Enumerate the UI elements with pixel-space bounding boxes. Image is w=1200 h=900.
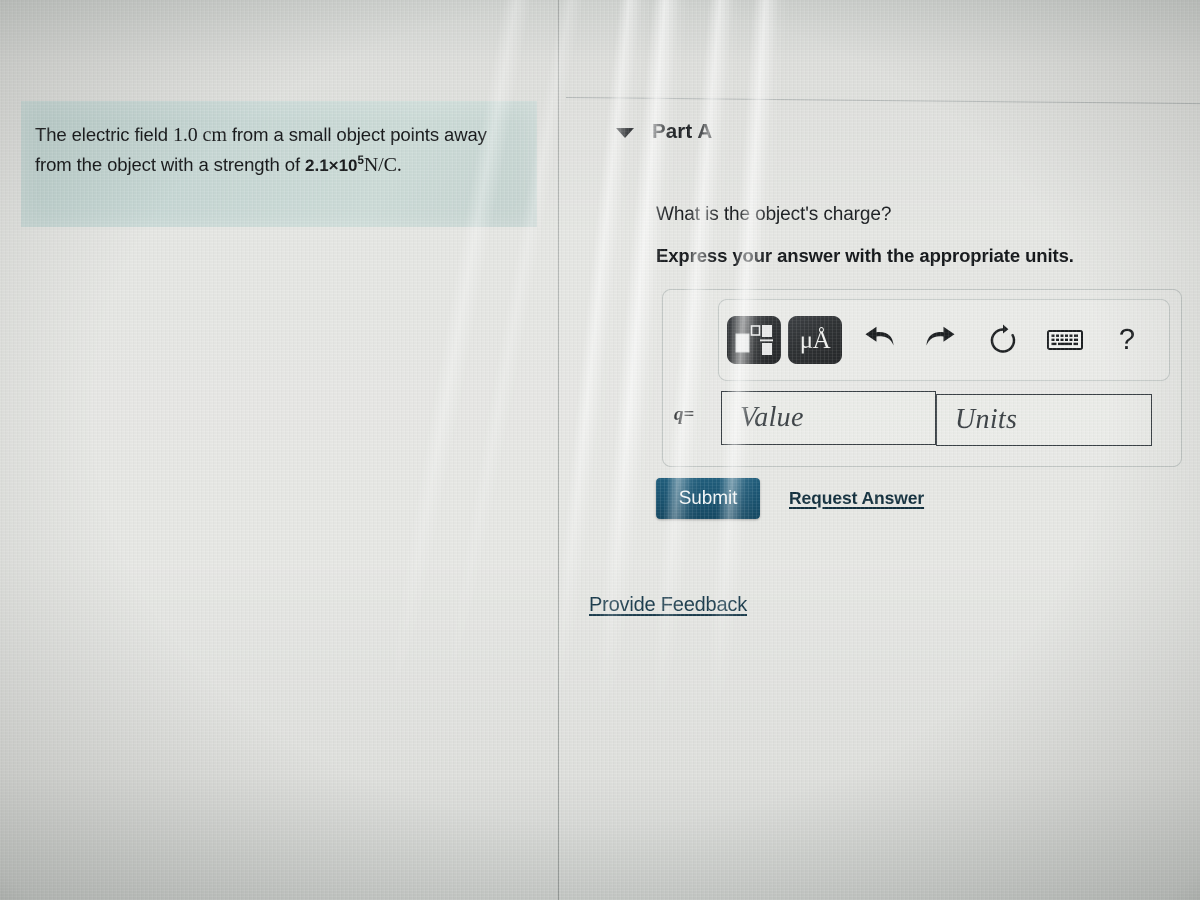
part-title: Part A (652, 120, 713, 143)
part-section-rule (565, 97, 1200, 105)
pane-divider (558, 0, 559, 900)
request-answer-link[interactable]: Request Answer (789, 488, 924, 509)
value-input-placeholder: Value (740, 402, 804, 433)
submit-button[interactable]: Submit (656, 478, 760, 519)
math-template-icon[interactable] (727, 316, 781, 364)
equals-sign: = (683, 404, 695, 425)
part-a-header[interactable]: Part A (616, 120, 712, 144)
units-input[interactable]: Units (936, 394, 1152, 446)
help-icon-label: ? (1118, 323, 1136, 356)
value-input[interactable]: Value (721, 391, 936, 445)
provide-feedback-link[interactable]: Provide Feedback (589, 594, 747, 617)
caret-down-icon[interactable] (616, 128, 634, 138)
units-instruction: Express your answer with the appropriate… (656, 245, 1074, 266)
problem-field-units: N/C. (363, 154, 402, 177)
submit-button-label: Submit (678, 487, 738, 509)
answer-toolbar: μÅ ? (718, 299, 1170, 381)
keyboard-icon[interactable] (1035, 316, 1095, 364)
problem-text-part1: The electric field (35, 124, 173, 145)
units-icon-label: μÅ (799, 326, 831, 354)
undo-icon[interactable] (849, 316, 909, 364)
problem-distance-value: 1.0 cm (172, 124, 227, 146)
problem-statement-text: The electric field 1.0 cm from a small o… (35, 122, 525, 179)
help-icon[interactable]: ? (1097, 316, 1157, 364)
page-content: The electric field 1.0 cm from a small o… (0, 0, 1200, 900)
redo-icon[interactable] (911, 316, 971, 364)
reset-icon[interactable] (973, 316, 1033, 364)
units-input-placeholder: Units (955, 404, 1018, 435)
variable-symbol: q (674, 404, 684, 425)
answer-variable-label: q= (674, 404, 694, 426)
problem-field-mantissa: 2.1×10 (305, 156, 358, 176)
question-prompt: What is the object's charge? (656, 204, 892, 225)
units-micro-angstrom-icon[interactable]: μÅ (788, 316, 842, 364)
screenshot-canvas: The electric field 1.0 cm from a small o… (0, 0, 1200, 900)
